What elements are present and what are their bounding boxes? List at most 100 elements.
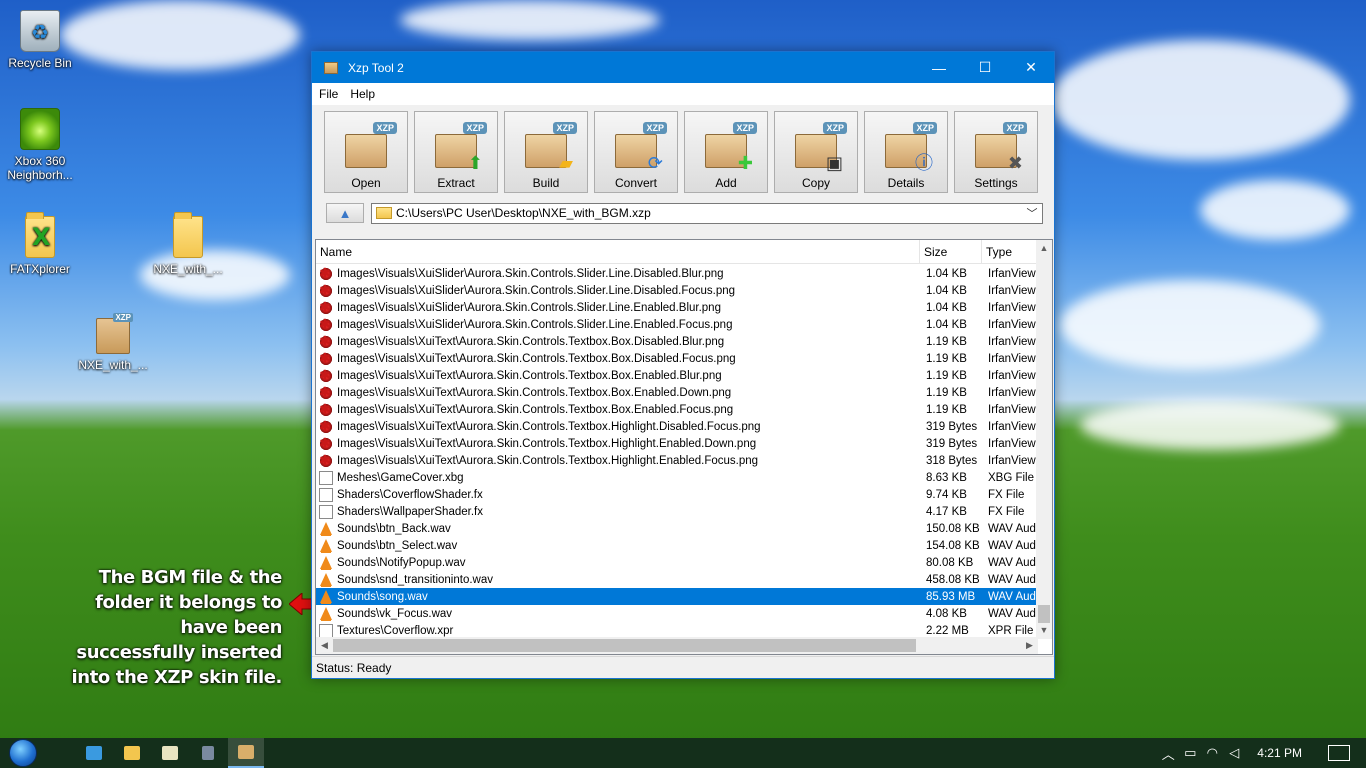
table-row[interactable]: Images\Visuals\XuiSlider\Aurora.Skin.Con… <box>316 282 1038 299</box>
file-type: WAV Audio <box>988 539 1038 552</box>
table-row[interactable]: Sounds\btn_Back.wav 150.08 KB WAV Audio <box>316 520 1038 537</box>
table-row[interactable]: Images\Visuals\XuiText\Aurora.Skin.Contr… <box>316 384 1038 401</box>
desktop-icon-recycle-bin[interactable]: Recycle Bin <box>0 10 80 70</box>
file-size: 2.22 MB <box>926 624 969 637</box>
file-size: 1.19 KB <box>926 335 967 348</box>
close-button[interactable]: ✕ <box>1008 52 1054 83</box>
taskbar-xzp-tool[interactable] <box>228 738 264 768</box>
menu-help[interactable]: Help <box>346 87 379 101</box>
add-button[interactable]: XZP ✚ Add <box>684 110 768 193</box>
menu-file[interactable]: File <box>315 87 342 101</box>
file-name: Images\Visuals\XuiText\Aurora.Skin.Contr… <box>337 403 734 416</box>
file-size: 1.04 KB <box>926 284 967 297</box>
file-name: Images\Visuals\XuiText\Aurora.Skin.Contr… <box>337 437 757 450</box>
file-type: IrfanView PNG <box>988 352 1038 365</box>
file-list[interactable]: Name Size Type Images\Visuals\XuiSlider\… <box>315 239 1053 655</box>
table-row[interactable]: Sounds\snd_transitioninto.wav 458.08 KB WA… <box>316 571 1038 588</box>
extract-button[interactable]: XZP ⬆ Extract <box>414 110 498 193</box>
table-row[interactable]: Sounds\song.wav 85.93 MB WAV Audio <box>316 588 1038 605</box>
annotation-arrow-icon <box>289 593 313 615</box>
table-row[interactable]: Meshes\GameCover.xbg 8.63 KB XBG File <box>316 469 1038 486</box>
open-button[interactable]: XZP Open <box>324 110 408 193</box>
file-size: 1.19 KB <box>926 369 967 382</box>
desktop-icon-nxe-xzp[interactable]: XZP NXE_with_... <box>73 313 153 372</box>
scroll-up-icon[interactable]: ▲ <box>1036 240 1052 257</box>
vlc-audio-icon <box>319 538 333 553</box>
file-type: IrfanView PNG <box>988 267 1038 280</box>
vertical-scrollbar[interactable]: ▲ ▼ <box>1036 240 1052 639</box>
file-size: 1.19 KB <box>926 403 967 416</box>
table-row[interactable]: Images\Visuals\XuiText\Aurora.Skin.Contr… <box>316 401 1038 418</box>
file-size: 458.08 KB <box>926 573 980 586</box>
notification-icon[interactable] <box>1328 745 1350 761</box>
table-row[interactable]: Images\Visuals\XuiText\Aurora.Skin.Contr… <box>316 452 1038 469</box>
taskbar-notepad[interactable] <box>152 738 188 768</box>
table-row[interactable]: Images\Visuals\XuiText\Aurora.Skin.Contr… <box>316 418 1038 435</box>
table-row[interactable]: Images\Visuals\XuiSlider\Aurora.Skin.Con… <box>316 316 1038 333</box>
wifi-icon[interactable]: ◠ <box>1201 745 1223 761</box>
title-bar[interactable]: Xzp Tool 2 — ☐ ✕ <box>312 52 1054 83</box>
horizontal-scrollbar[interactable]: ◀ ▶ <box>316 637 1038 654</box>
desktop-icon-xbox-neighborhood[interactable]: Xbox 360 Neighborh... <box>0 108 80 182</box>
file-name: Sounds\vk_Focus.wav <box>337 607 453 620</box>
scroll-down-icon[interactable]: ▼ <box>1036 622 1052 639</box>
vlc-audio-icon <box>319 521 333 536</box>
table-row[interactable]: Shaders\CoverflowShader.fx 9.74 KB FX File <box>316 486 1038 503</box>
table-row[interactable]: Images\Visuals\XuiText\Aurora.Skin.Contr… <box>316 350 1038 367</box>
table-row[interactable]: Sounds\vk_Focus.wav 4.08 KB WAV Audio <box>316 605 1038 622</box>
file-type: IrfanView PNG <box>988 437 1038 450</box>
taskbar-file-explorer[interactable] <box>114 738 150 768</box>
image-file-icon <box>319 334 333 349</box>
copy-button[interactable]: XZP ▣ Copy <box>774 110 858 193</box>
file-type: IrfanView PNG <box>988 386 1038 399</box>
list-header: Name Size Type <box>316 240 1038 264</box>
hscroll-thumb[interactable] <box>333 639 916 652</box>
table-row[interactable]: Images\Visuals\XuiText\Aurora.Skin.Contr… <box>316 333 1038 350</box>
column-header-type[interactable]: Type <box>982 240 1038 264</box>
scroll-right-icon[interactable]: ▶ <box>1021 637 1038 654</box>
scroll-thumb[interactable] <box>1038 605 1050 623</box>
taskbar-app[interactable] <box>190 738 226 768</box>
table-row[interactable]: Images\Visuals\XuiText\Aurora.Skin.Contr… <box>316 367 1038 384</box>
file-type: IrfanView PNG <box>988 420 1038 433</box>
battery-icon[interactable]: ▭ <box>1179 745 1201 761</box>
table-row[interactable]: Images\Visuals\XuiText\Aurora.Skin.Contr… <box>316 435 1038 452</box>
build-button[interactable]: XZP ▰ Build <box>504 110 588 193</box>
windows-orb-icon <box>9 739 37 767</box>
volume-icon[interactable]: ◁ <box>1223 745 1245 761</box>
table-row[interactable]: Sounds\NotifyPopup.wav 80.08 KB WAV Audio <box>316 554 1038 571</box>
column-header-size[interactable]: Size <box>920 240 982 264</box>
vlc-audio-icon <box>319 606 333 621</box>
convert-button[interactable]: XZP ⟳ Convert <box>594 110 678 193</box>
toolbar: XZP Open XZP ⬆ Extract XZP ▰ Build XZP ⟳ Co… <box>312 105 1054 198</box>
table-row[interactable]: Images\Visuals\XuiSlider\Aurora.Skin.Con… <box>316 299 1038 316</box>
maximize-button[interactable]: ☐ <box>962 52 1008 83</box>
extract-box-icon: XZP ⬆ <box>433 121 487 172</box>
column-header-name[interactable]: Name <box>316 240 920 264</box>
taskbar: ︿ ▭ ◠ ◁ 4:21 PM <box>0 738 1366 768</box>
chevron-down-icon[interactable]: ﹀ <box>1022 205 1042 221</box>
taskbar-xbox-app[interactable] <box>76 738 112 768</box>
file-size: 4.17 KB <box>926 505 967 518</box>
table-row[interactable]: Images\Visuals\XuiSlider\Aurora.Skin.Con… <box>316 265 1038 282</box>
path-combobox[interactable]: C:\Users\PC User\Desktop\NXE_with_BGM.xz… <box>371 202 1043 224</box>
start-button[interactable] <box>0 738 46 768</box>
file-size: 154.08 KB <box>926 539 980 552</box>
file-size: 318 Bytes <box>926 454 978 467</box>
scroll-left-icon[interactable]: ◀ <box>316 637 333 654</box>
table-row[interactable]: Shaders\WallpaperShader.fx 4.17 KB FX File <box>316 503 1038 520</box>
chevron-up-icon[interactable]: ︿ <box>1157 744 1179 763</box>
cloud <box>400 0 660 40</box>
desktop-icon-fatxplorer[interactable]: X FATXplorer <box>0 212 80 276</box>
file-name: Sounds\snd_transitioninto.wav <box>337 573 493 586</box>
table-row[interactable]: Sounds\btn_Select.wav 154.08 KB WAV Audio <box>316 537 1038 554</box>
file-name: Images\Visuals\XuiSlider\Aurora.Skin.Con… <box>337 318 733 331</box>
minimize-button[interactable]: — <box>916 52 962 83</box>
generic-file-icon <box>319 470 333 485</box>
desktop-icon-nxe-folder[interactable]: NXE_with_... <box>148 212 228 276</box>
details-button[interactable]: XZP ⓘ Details <box>864 110 948 193</box>
clock[interactable]: 4:21 PM <box>1257 746 1302 760</box>
settings-button[interactable]: XZP ✖ Settings <box>954 110 1038 193</box>
up-folder-button[interactable]: ▲ <box>326 203 364 223</box>
build-box-icon: XZP ▰ <box>523 121 577 172</box>
